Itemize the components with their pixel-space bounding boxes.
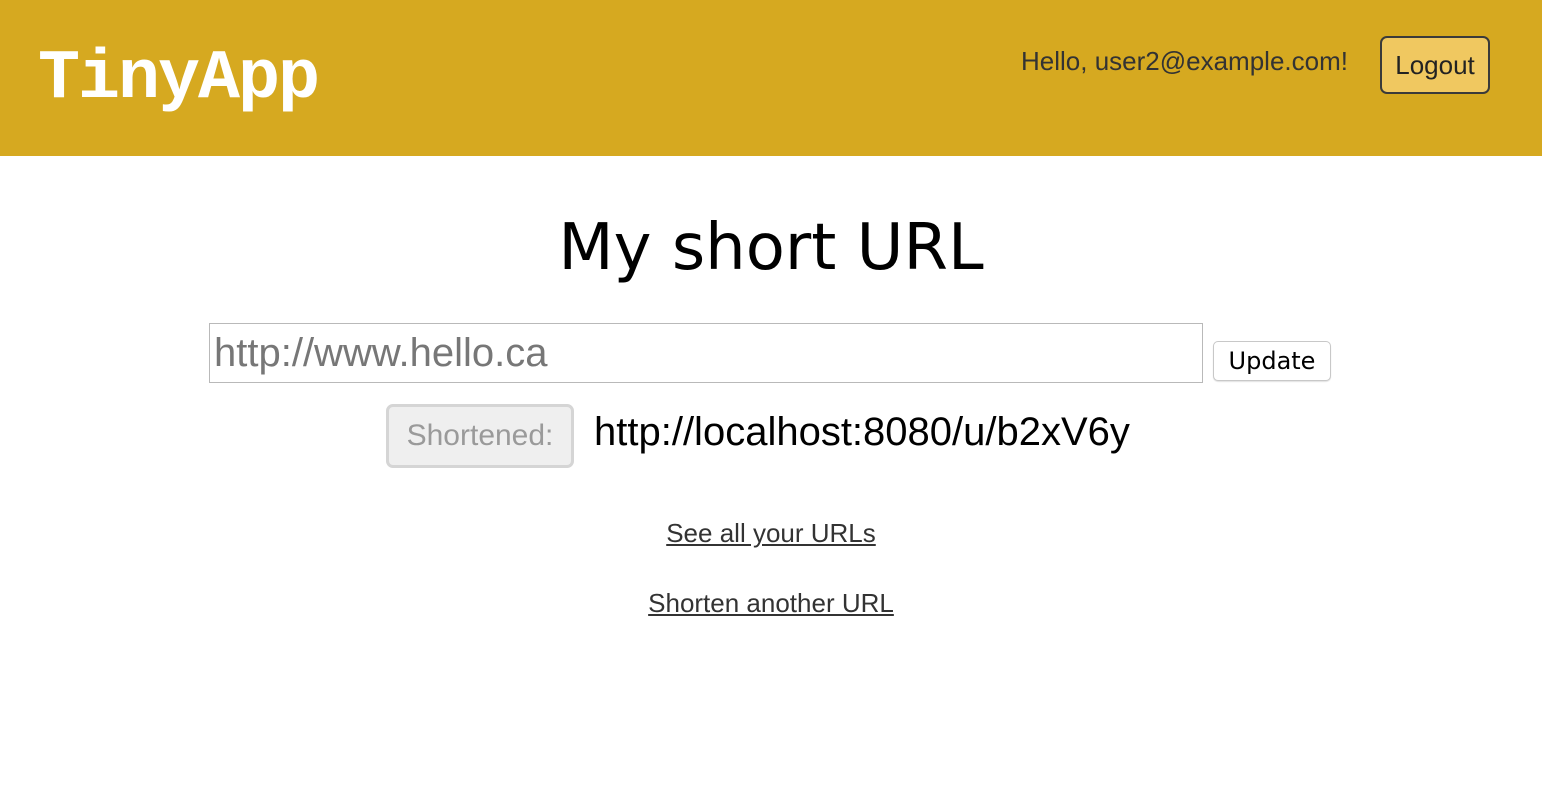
see-all-urls-link[interactable]: See all your URLs [666,518,876,548]
top-header: TinyApp Hello, user2@example.com! Logout [0,0,1542,156]
shortened-label: Shortened: [386,404,574,468]
app-logo: TinyApp [38,40,320,119]
shorten-another-row: Shorten another URL [0,587,1542,619]
update-button[interactable]: Update [1213,341,1331,381]
logout-button[interactable]: Logout [1380,36,1490,94]
user-greeting: Hello, user2@example.com! [1021,46,1348,76]
long-url-input[interactable] [209,323,1203,383]
short-url-value: http://localhost:8080/u/b2xV6y [594,410,1130,454]
page-title: My short URL [558,211,984,285]
see-all-urls-row: See all your URLs [0,517,1542,549]
shorten-another-url-link[interactable]: Shorten another URL [648,588,894,618]
